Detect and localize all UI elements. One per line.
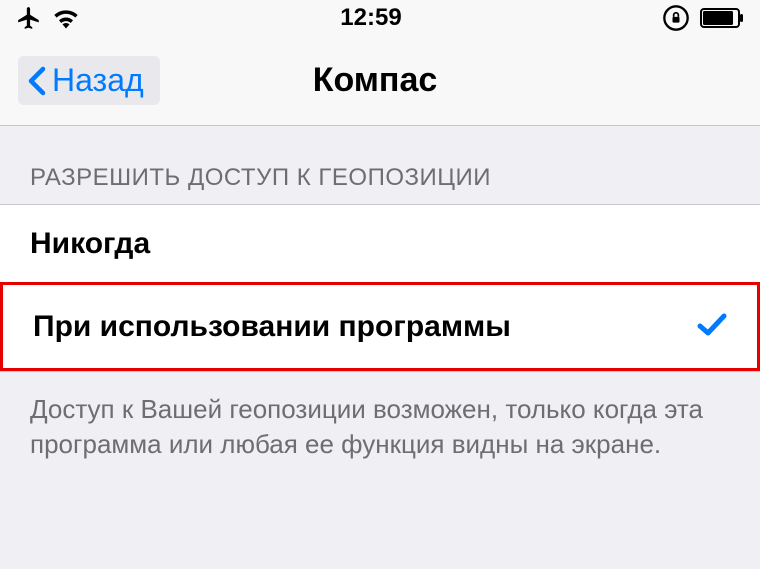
options-table: Никогда При использовании программы (0, 204, 760, 372)
wifi-icon (52, 7, 80, 29)
status-right (662, 4, 744, 32)
section-header: РАЗРЕШИТЬ ДОСТУП К ГЕОПОЗИЦИИ (0, 126, 760, 204)
back-button[interactable]: Назад (18, 56, 160, 105)
battery-icon (700, 8, 744, 28)
status-bar: 12:59 (0, 0, 760, 36)
section-footer: Доступ к Вашей геопозиции возможен, толь… (0, 372, 760, 482)
option-never[interactable]: Никогда (0, 205, 760, 283)
nav-bar: Назад Компас (0, 36, 760, 126)
option-label: При использовании программы (33, 310, 511, 344)
back-label: Назад (52, 62, 144, 99)
chevron-left-icon (28, 66, 46, 96)
option-while-using[interactable]: При использовании программы (0, 282, 760, 371)
option-label: Никогда (30, 227, 150, 261)
orientation-lock-icon (662, 4, 690, 32)
checkmark-icon (697, 307, 727, 346)
status-left (16, 5, 80, 31)
status-time: 12:59 (340, 4, 401, 32)
nav-title: Компас (313, 61, 438, 100)
airplane-icon (16, 5, 42, 31)
